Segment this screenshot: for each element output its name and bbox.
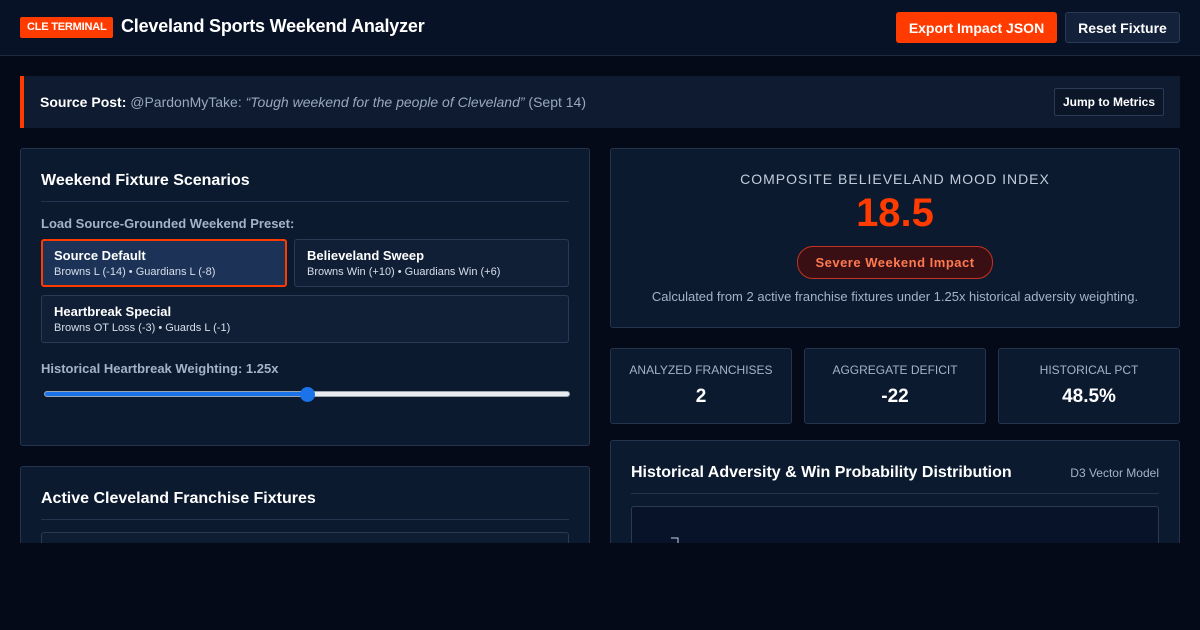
source-post-date: (Sept 14) xyxy=(528,94,587,110)
source-post-quote: “Tough weekend for the people of Clevela… xyxy=(245,94,525,110)
preset-detail: Browns OT Loss (-3) • Guards L (-1) xyxy=(54,322,231,334)
stat-value: -22 xyxy=(881,386,909,407)
preset-source-default[interactable]: Source Default Browns L (-14) • Guardian… xyxy=(41,239,287,287)
mood-index-panel: COMPOSITE BELIEVELAND MOOD INDEX 18.5 Se… xyxy=(610,148,1180,328)
preset-title: Source Default xyxy=(54,248,146,263)
source-post-text: Source Post: @PardonMyTake: “Tough weeke… xyxy=(40,94,586,110)
preset-title: Believeland Sweep xyxy=(307,248,425,263)
app-title: Cleveland Sports Weekend Analyzer xyxy=(121,16,425,36)
export-impact-json-button[interactable]: Export Impact JSON xyxy=(896,12,1057,43)
top-bar: CLE TERMINAL Cleveland Sports Weekend An… xyxy=(0,0,1200,56)
stat-label: HISTORICAL PCT xyxy=(1039,363,1139,377)
chart-model-tag: D3 Vector Model xyxy=(1070,466,1159,480)
stat-label: ANALYZED FRANCHISES xyxy=(629,363,773,377)
page-background-fill xyxy=(0,543,1200,630)
mood-index-value: 18.5 xyxy=(856,191,934,235)
preset-believeland-sweep[interactable]: Believeland Sweep Browns Win (+10) • Gua… xyxy=(294,239,569,287)
scenarios-divider xyxy=(41,201,569,202)
stat-analyzed-franchises: ANALYZED FRANCHISES 2 xyxy=(610,348,792,424)
scenarios-title: Weekend Fixture Scenarios xyxy=(41,172,250,189)
impact-status-badge: Severe Weekend Impact xyxy=(797,246,993,279)
scenarios-panel: Weekend Fixture Scenarios Load Source-Gr… xyxy=(20,148,590,446)
mood-index-label: COMPOSITE BELIEVELAND MOOD INDEX xyxy=(740,171,1050,187)
source-post-banner: Source Post: @PardonMyTake: “Tough weeke… xyxy=(20,76,1180,128)
stat-value: 2 xyxy=(695,386,707,407)
distribution-chart-canvas xyxy=(631,506,1159,546)
heartbreak-weighting-slider[interactable] xyxy=(44,387,570,402)
jump-to-metrics-button[interactable]: Jump to Metrics xyxy=(1054,88,1164,116)
slider-fill xyxy=(45,392,307,396)
heartbreak-weighting-label: Historical Heartbreak Weighting: 1.25x xyxy=(41,361,279,376)
stat-aggregate-deficit: AGGREGATE DEFICIT -22 xyxy=(804,348,986,424)
preset-detail: Browns Win (+10) • Guardians Win (+6) xyxy=(307,266,501,278)
preset-heartbreak-special[interactable]: Heartbreak Special Browns OT Loss (-3) •… xyxy=(41,295,569,343)
preset-detail: Browns L (-14) • Guardians L (-8) xyxy=(54,266,216,278)
preset-title: Heartbreak Special xyxy=(54,304,172,319)
stat-value: 48.5% xyxy=(1062,386,1116,407)
active-fixtures-divider xyxy=(41,519,569,520)
slider-thumb[interactable] xyxy=(300,387,315,402)
stat-historical-pct: HISTORICAL PCT 48.5% xyxy=(998,348,1180,424)
active-fixtures-title: Active Cleveland Franchise Fixtures xyxy=(41,490,316,507)
distribution-chart-title: Historical Adversity & Win Probability D… xyxy=(631,464,1012,481)
stat-label: AGGREGATE DEFICIT xyxy=(832,363,958,377)
reset-fixture-button[interactable]: Reset Fixture xyxy=(1065,12,1180,43)
preset-label: Load Source-Grounded Weekend Preset: xyxy=(41,216,295,231)
chart-divider xyxy=(631,493,1159,494)
mood-index-note: Calculated from 2 active franchise fixtu… xyxy=(651,289,1139,304)
chart-axis-stub xyxy=(671,537,679,545)
source-post-handle: @PardonMyTake: xyxy=(130,94,242,110)
app-logo-badge: CLE TERMINAL xyxy=(20,17,114,38)
source-post-label: Source Post: xyxy=(40,94,127,110)
